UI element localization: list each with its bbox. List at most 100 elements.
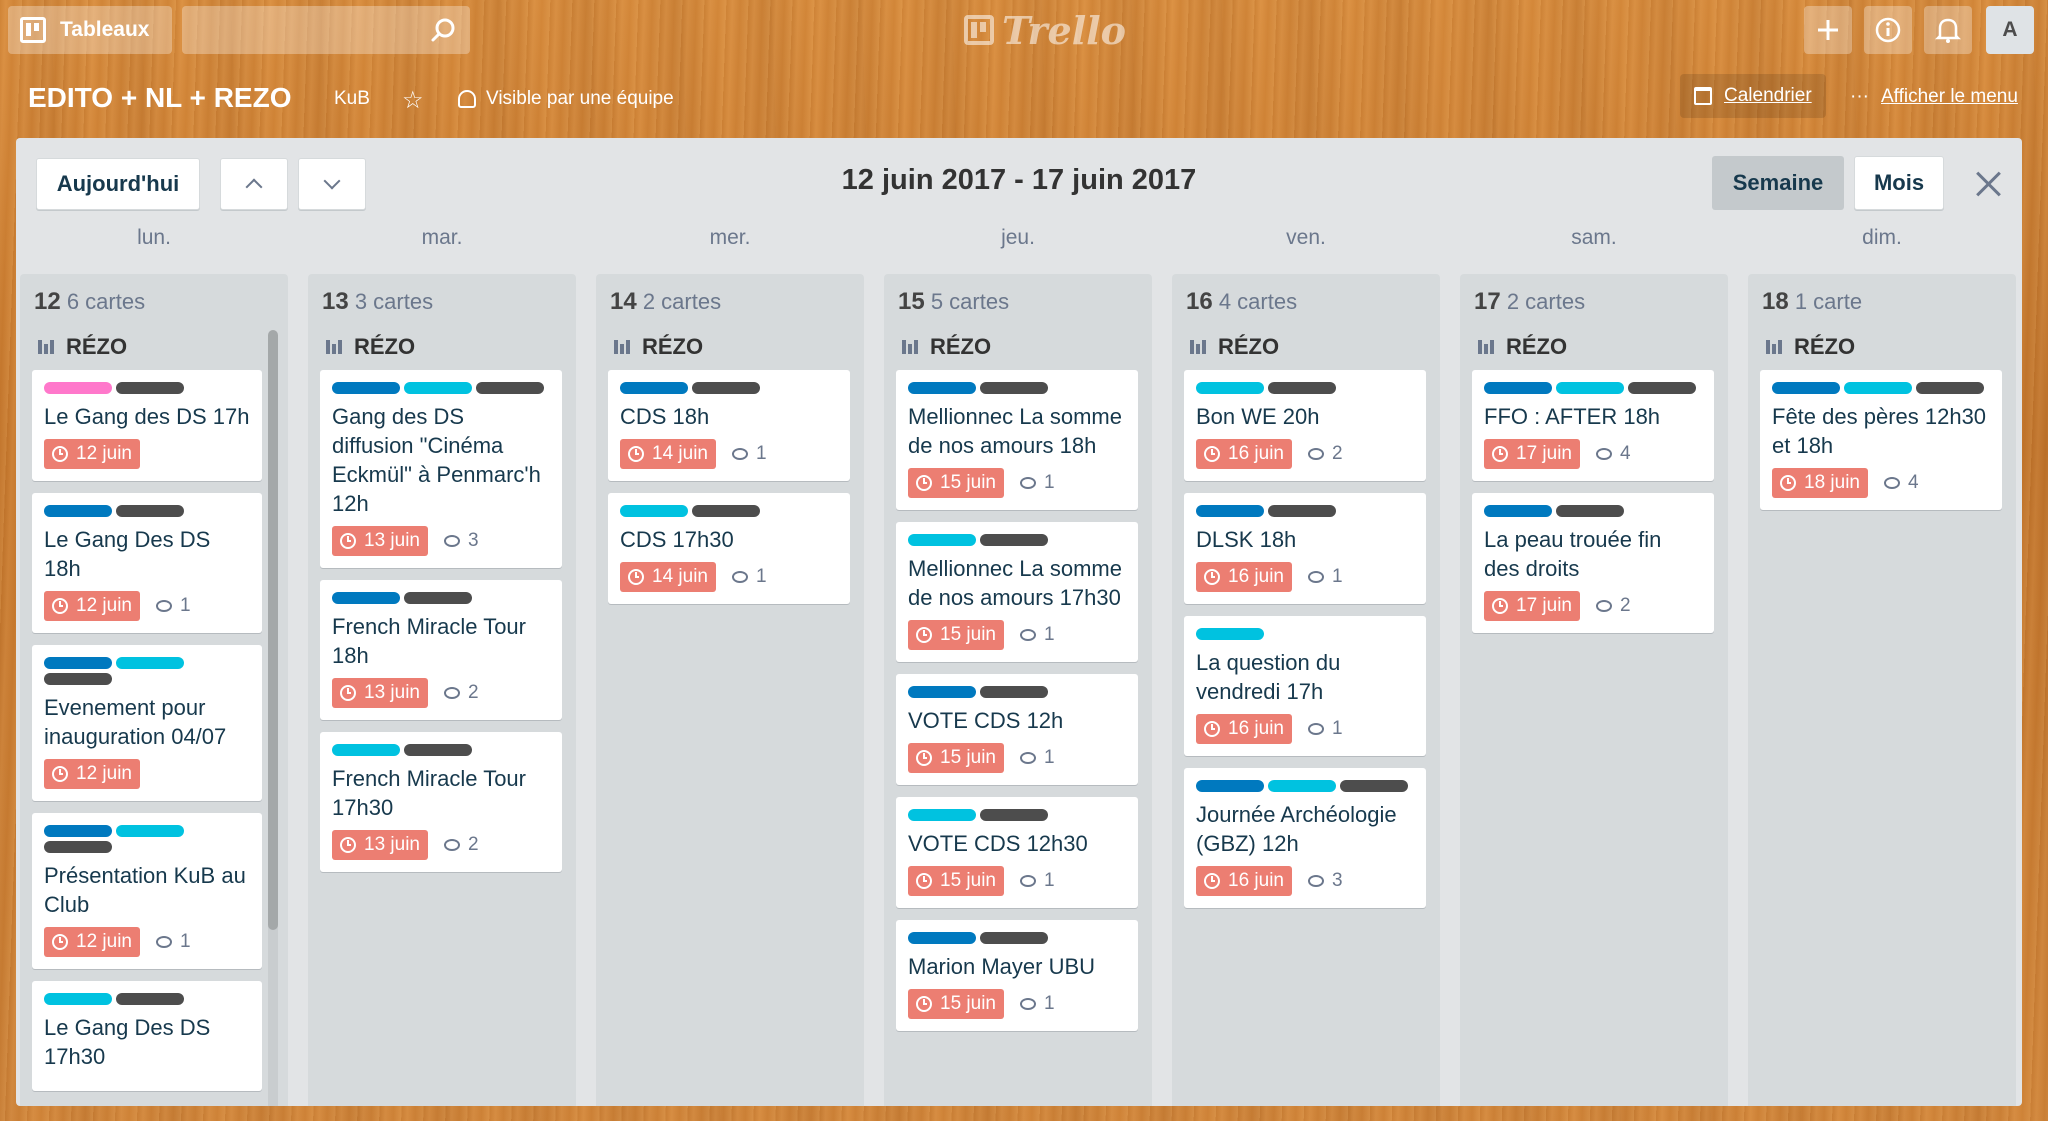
- comments-badge: 2: [1596, 595, 1631, 617]
- card-label-sky: [908, 809, 976, 821]
- add-button[interactable]: [1804, 6, 1852, 54]
- comments-badge: 2: [444, 682, 479, 704]
- card[interactable]: French Miracle Tour 17h30 13 juin 2: [320, 732, 562, 872]
- close-icon[interactable]: [1974, 170, 2002, 198]
- comment-icon: [732, 448, 748, 460]
- comment-count: 1: [1044, 747, 1055, 768]
- notifications-button[interactable]: [1924, 6, 1972, 54]
- card[interactable]: CDS 18h 14 juin 1: [608, 370, 850, 481]
- card-count: 4 cartes: [1218, 289, 1298, 314]
- due-date-label: 12 juin: [76, 763, 132, 784]
- board-header: EDITO + NL + REZO KuB ☆ Visible par une …: [0, 70, 2048, 130]
- card[interactable]: VOTE CDS 12h 15 juin 1: [896, 674, 1138, 785]
- calendar-panel: Aujourd'hui 12 juin 2017 - 17 juin 2017 …: [16, 138, 2022, 1106]
- card[interactable]: Fête des pères 12h30 et 18h 18 juin 4: [1760, 370, 2002, 510]
- card-title: DLSK 18h: [1196, 527, 1297, 552]
- card-label-sky: [44, 993, 112, 1005]
- search-input[interactable]: [182, 6, 470, 54]
- month-view-button[interactable]: Mois: [1854, 156, 1944, 210]
- comments-badge: 1: [1020, 472, 1055, 494]
- card-label-dark: [116, 505, 184, 517]
- team-name[interactable]: KuB: [334, 88, 370, 110]
- card-labels: [1196, 505, 1414, 517]
- card[interactable]: La peau trouée fin des droits 17 juin 2: [1472, 493, 1714, 633]
- due-date-label: 16 juin: [1228, 566, 1284, 587]
- card-labels: [1484, 382, 1702, 394]
- card-label-dark: [980, 932, 1048, 944]
- card-list: Fête des pères 12h30 et 18h 18 juin 4: [1760, 370, 2002, 522]
- due-date-label: 16 juin: [1228, 718, 1284, 739]
- card-label-sky: [620, 505, 688, 517]
- card-title: VOTE CDS 12h: [908, 708, 1064, 733]
- calendar-button[interactable]: Calendrier: [1680, 74, 1826, 118]
- card-label-sky: [1268, 780, 1336, 792]
- day-number: 15: [898, 288, 925, 315]
- due-date-badge: 15 juin: [908, 989, 1004, 1019]
- show-menu-button[interactable]: ··· Afficher le menu: [1850, 86, 2018, 108]
- search-icon[interactable]: [430, 17, 456, 43]
- day-header: 17 2 cartes: [1474, 288, 1585, 316]
- card[interactable]: DLSK 18h 16 juin 1: [1184, 493, 1426, 604]
- card[interactable]: Présentation KuB au Club 12 juin 1: [32, 813, 262, 969]
- card[interactable]: French Miracle Tour 18h 13 juin 2: [320, 580, 562, 720]
- card[interactable]: Mellionnec La somme de nos amours 17h30 1…: [896, 522, 1138, 662]
- comment-count: 1: [756, 443, 767, 464]
- list-name: RÉZO: [1190, 334, 1279, 360]
- card[interactable]: Mellionnec La somme de nos amours 18h 15 …: [896, 370, 1138, 510]
- card-label-sky: [332, 744, 400, 756]
- card-title: Bon WE 20h: [1196, 404, 1320, 429]
- card-label-blue: [908, 932, 976, 944]
- card-labels: [332, 382, 550, 394]
- card-label-dark: [44, 673, 112, 685]
- list-name: RÉZO: [1478, 334, 1567, 360]
- card[interactable]: Le Gang Des DS 17h30: [32, 981, 262, 1091]
- due-date-badge: 16 juin: [1196, 866, 1292, 896]
- comments-badge: 2: [1308, 443, 1343, 465]
- card-label-sky: [1556, 382, 1624, 394]
- card[interactable]: Evenement pour inauguration 04/07 12 juin: [32, 645, 262, 801]
- card-label-dark: [116, 382, 184, 394]
- card-label-dark: [404, 592, 472, 604]
- day-number: 17: [1474, 288, 1501, 315]
- info-button[interactable]: [1864, 6, 1912, 54]
- week-view-button[interactable]: Semaine: [1712, 156, 1844, 210]
- due-date-badge: 15 juin: [908, 620, 1004, 650]
- due-date-badge: 15 juin: [908, 468, 1004, 498]
- card[interactable]: Le Gang Des DS 18h 12 juin 1: [32, 493, 262, 633]
- card[interactable]: CDS 17h30 14 juin 1: [608, 493, 850, 604]
- comments-badge: 1: [732, 443, 767, 465]
- card-label-dark: [1268, 382, 1336, 394]
- card[interactable]: Journée Archéologie (GBZ) 12h 16 juin 3: [1184, 768, 1426, 908]
- card[interactable]: Le Gang des DS 17h 12 juin: [32, 370, 262, 481]
- card-labels: [908, 809, 1126, 821]
- comments-badge: 2: [444, 834, 479, 856]
- card[interactable]: Marion Mayer UBU 15 juin 1: [896, 920, 1138, 1031]
- card[interactable]: Gang des DS diffusion "Cinéma Eckmül" à …: [320, 370, 562, 568]
- list-icon: [38, 340, 56, 354]
- card[interactable]: Bon WE 20h 16 juin 2: [1184, 370, 1426, 481]
- star-icon[interactable]: ☆: [402, 86, 424, 115]
- clock-icon: [1204, 569, 1220, 585]
- board-title[interactable]: EDITO + NL + REZO: [28, 82, 291, 114]
- card[interactable]: VOTE CDS 12h30 15 juin 1: [896, 797, 1138, 908]
- card-labels: [908, 382, 1126, 394]
- list-name: RÉZO: [38, 334, 127, 360]
- card-labels: [1196, 628, 1414, 640]
- clock-icon: [628, 569, 644, 585]
- card[interactable]: FFO : AFTER 18h 17 juin 4: [1472, 370, 1714, 481]
- card[interactable]: La question du vendredi 17h 16 juin 1: [1184, 616, 1426, 756]
- comment-icon: [1884, 477, 1900, 489]
- card-title: CDS 17h30: [620, 527, 734, 552]
- due-date-badge: 14 juin: [620, 439, 716, 469]
- visibility-button[interactable]: Visible par une équipe: [458, 88, 674, 110]
- trello-logo[interactable]: Trello: [964, 8, 1126, 53]
- list-icon: [902, 340, 920, 354]
- avatar[interactable]: A: [1986, 6, 2034, 54]
- scrollbar-thumb[interactable]: [268, 330, 278, 930]
- card-badges: 18 juin 4: [1772, 468, 1990, 498]
- clock-icon: [1204, 873, 1220, 889]
- comments-badge: 1: [1020, 624, 1055, 646]
- card-title: Evenement pour inauguration 04/07: [44, 695, 227, 749]
- boards-button[interactable]: Tableaux: [8, 6, 172, 54]
- day-scrollbar[interactable]: [268, 330, 278, 1106]
